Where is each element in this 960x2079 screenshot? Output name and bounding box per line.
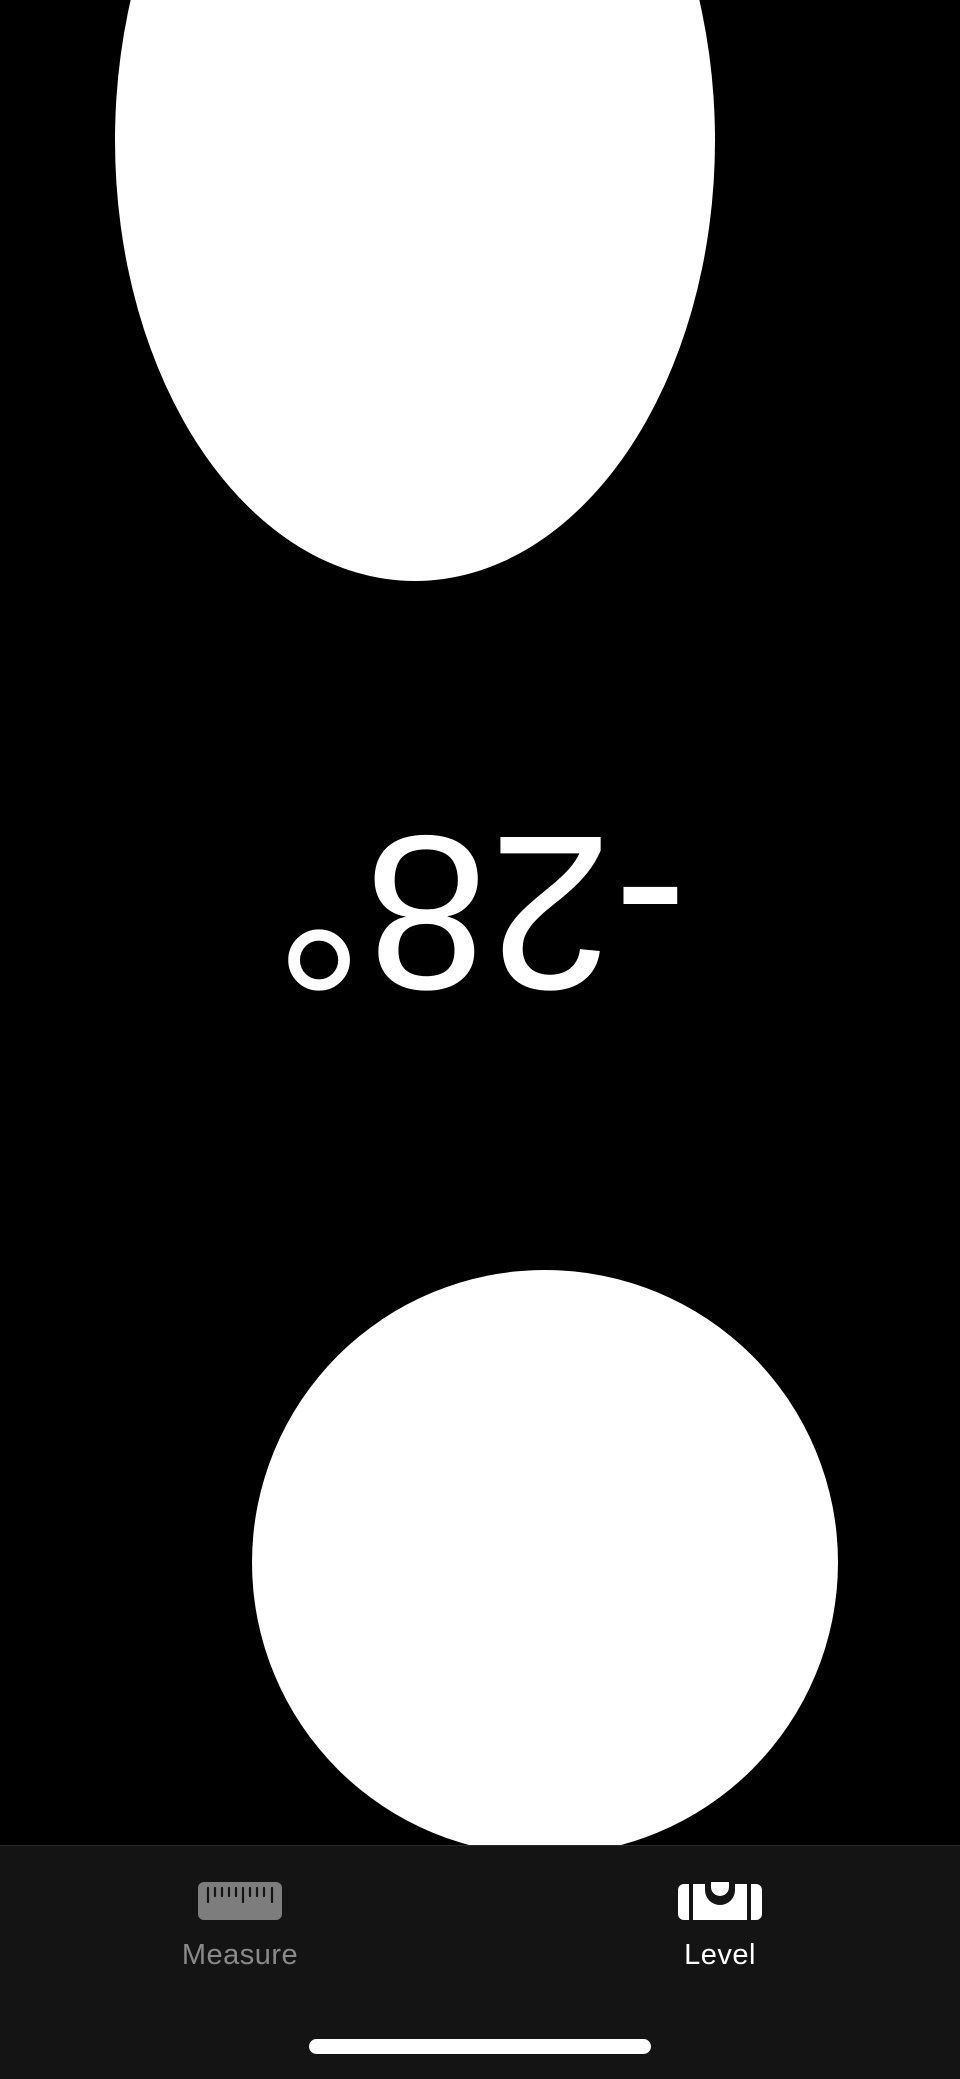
level-view: -28° [0, 0, 960, 1845]
level-circle-top [115, 0, 715, 581]
angle-readout: -28° [273, 790, 687, 1036]
level-screen: -28° Measure Level [0, 0, 960, 2079]
tab-bar: Measure Level [0, 1845, 960, 2079]
tab-measure[interactable]: Measure [0, 1846, 480, 2016]
tab-level[interactable]: Level [480, 1846, 960, 2016]
level-icon [678, 1882, 762, 1920]
home-indicator[interactable] [309, 2039, 651, 2054]
tab-measure-label: Measure [181, 1939, 299, 1971]
level-circle-bottom [252, 1270, 838, 1845]
ruler-icon [198, 1882, 282, 1920]
tab-level-label: Level [684, 1939, 756, 1971]
